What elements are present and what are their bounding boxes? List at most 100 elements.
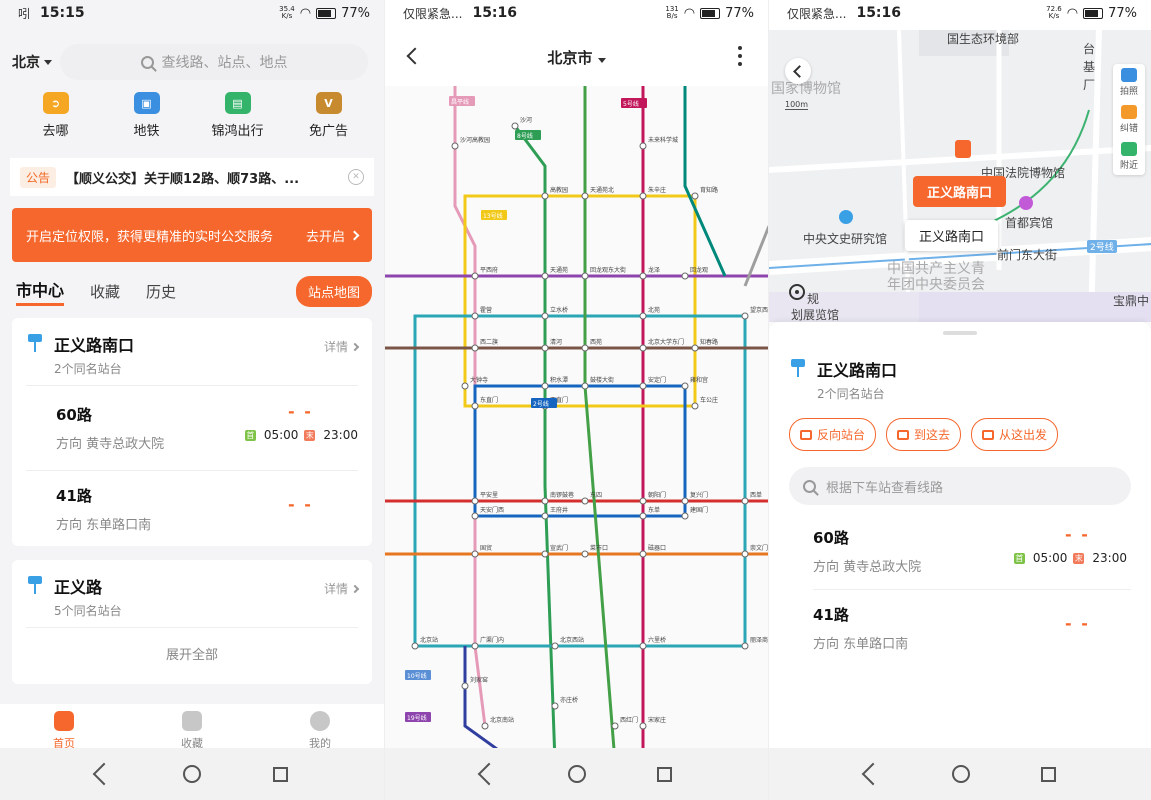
station-label[interactable]: 北京南站 [490,716,514,724]
recents-icon[interactable] [657,766,673,782]
station-marker[interactable] [741,550,749,558]
station-label[interactable]: 王府井 [550,506,568,514]
station-marker[interactable] [639,512,647,520]
station-label[interactable]: 菜市口 [590,544,608,552]
station-marker[interactable] [411,642,419,650]
station-label[interactable]: 平安里 [480,491,498,499]
nearby-tool[interactable]: 附近 [1120,142,1138,171]
station-label[interactable]: 北京站 [420,636,438,644]
recents-icon[interactable] [273,766,289,782]
station-marker[interactable] [461,682,469,690]
station-label[interactable]: 沙河 [520,116,532,124]
station-label[interactable]: 积水潭 [550,376,568,384]
station-marker[interactable] [681,497,689,505]
station-marker[interactable] [541,272,549,280]
station-label[interactable]: 知春路 [700,338,718,346]
station-label[interactable]: 西二旗 [480,338,498,346]
station-label[interactable]: 宋家庄 [648,716,666,724]
station-marker[interactable] [691,192,699,200]
station-label[interactable]: 西红门 [620,716,638,724]
station-marker[interactable] [691,344,699,352]
station-label[interactable]: 西单 [750,491,762,499]
station-marker[interactable] [691,402,699,410]
tab-favorites[interactable]: 收藏 [90,281,120,302]
station-marker[interactable] [541,497,549,505]
report-tool[interactable]: 纠错 [1120,105,1138,134]
station-marker[interactable] [639,344,647,352]
station-marker[interactable] [551,642,559,650]
station-label[interactable]: 刘家窑 [470,676,488,684]
station-label[interactable]: 北京大学东门 [648,338,684,346]
route-row[interactable]: 41路 方向 东单路口南 - - [769,590,1151,666]
station-marker[interactable] [471,312,479,320]
station-marker[interactable] [639,722,647,730]
tab-center[interactable]: 市中心 [16,277,65,306]
station-marker[interactable] [461,382,469,390]
quick-action-vip[interactable]: V 免广告 [289,92,369,139]
station-label[interactable]: 鼓楼大街 [590,376,614,384]
station-label[interactable]: 东直门 [480,396,498,404]
station-marker[interactable] [581,272,589,280]
back-icon[interactable] [477,762,500,786]
go-here-button[interactable]: 到这去 [886,418,962,451]
station-marker[interactable] [581,344,589,352]
quick-action-route[interactable]: ➲ 去哪 [16,92,96,139]
station-label[interactable]: 北京西站 [560,636,584,644]
station-marker[interactable] [581,497,589,505]
destination-search-input[interactable]: 根据下车站查看线路 [789,467,1131,505]
photo-tool[interactable]: 拍照 [1120,68,1138,97]
subway-map-canvas[interactable]: 沙河高教园 未来科学城沙河高教园 天通苑北 朱辛庄 育知路平西府 天通苑 回龙观东大街 龙泽回… [385,86,768,762]
station-marker[interactable] [481,722,489,730]
station-label[interactable]: 东四 [590,491,602,499]
back-icon[interactable] [861,762,884,786]
station-label[interactable]: 建国门 [690,506,708,514]
station-marker[interactable] [639,192,647,200]
station-label[interactable]: 霍营 [480,306,492,314]
station-marker[interactable] [639,312,647,320]
quick-action-bus[interactable]: ▤ 锦鸿出行 [198,92,278,139]
station-label[interactable]: 复兴门 [690,491,708,499]
station-label[interactable]: 六里桥 [648,636,666,644]
tab-home[interactable]: 首页 [53,711,75,751]
locate-icon[interactable] [789,284,805,300]
station-marker[interactable] [541,344,549,352]
stop-callout-primary[interactable]: 正义路南口 [913,176,1007,207]
station-marker[interactable] [681,382,689,390]
recents-icon[interactable] [1040,766,1056,782]
station-marker[interactable] [639,382,647,390]
station-marker[interactable] [681,272,689,280]
station-label[interactable]: 北苑 [648,306,660,314]
station-marker[interactable] [471,497,479,505]
station-marker[interactable] [471,402,479,410]
quick-action-subway[interactable]: ▣ 地铁 [107,92,187,139]
close-icon[interactable]: ✕ [348,169,364,185]
station-label[interactable]: 平西府 [480,266,498,274]
stop-header[interactable]: 正义路 5个同名站台 详情 [12,560,372,627]
route-row[interactable]: 41路 方向 东单路口南 - - [12,471,372,547]
station-label[interactable]: 广渠门内 [480,636,504,644]
station-marker[interactable] [551,702,559,710]
home-button-icon[interactable] [951,765,970,783]
station-marker[interactable] [741,497,749,505]
enable-location-button[interactable]: 去开启 [306,226,360,245]
route-row[interactable]: 60路 方向 黄寺总政大院 - - 首 05:00 末 23:00 [12,386,372,470]
station-label[interactable]: 天安门西 [480,506,504,514]
station-label[interactable]: 亦庄桥 [560,696,578,704]
station-marker[interactable] [471,550,479,558]
station-marker[interactable] [471,642,479,650]
stop-callout-secondary[interactable]: 正义路南口 [905,220,999,251]
station-marker[interactable] [541,382,549,390]
expand-all-button[interactable]: 展开全部 [12,628,372,679]
station-marker[interactable] [541,550,549,558]
city-selector[interactable]: 北京 [12,52,52,72]
more-icon[interactable] [738,46,742,66]
home-button-icon[interactable] [183,765,202,783]
station-label[interactable]: 高教园 [550,186,568,194]
station-marker[interactable] [471,344,479,352]
station-label[interactable]: 国贸 [480,544,492,552]
station-marker[interactable] [581,382,589,390]
tab-history[interactable]: 历史 [146,281,176,302]
city-title[interactable]: 北京市 [547,47,606,68]
tab-collection[interactable]: 收藏 [181,711,203,751]
station-label[interactable]: 回龙观东大街 [590,266,626,274]
